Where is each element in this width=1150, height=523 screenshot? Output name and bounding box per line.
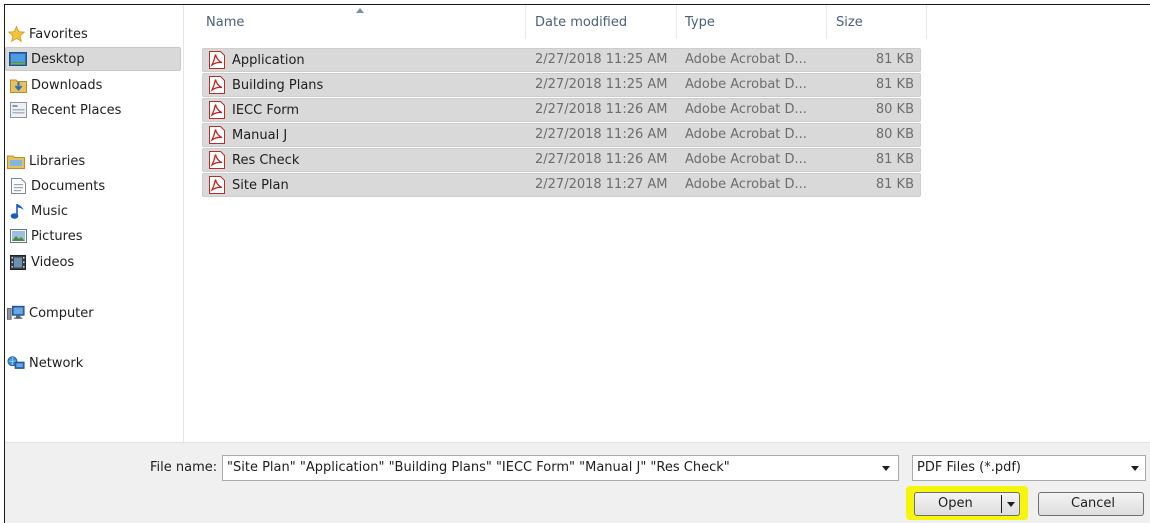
downloads-folder-icon xyxy=(9,77,27,93)
column-header-size-label: Size xyxy=(836,14,863,30)
desktop-icon xyxy=(9,51,27,67)
column-header-date-modified[interactable]: Date modified xyxy=(535,5,675,39)
file-row[interactable]: Res Check 2/27/2018 11:26 AM Adobe Acrob… xyxy=(202,148,921,172)
column-header-size[interactable]: Size xyxy=(836,5,926,39)
file-size: 80 KB xyxy=(875,127,914,142)
column-separator[interactable] xyxy=(926,5,927,39)
pdf-file-icon xyxy=(209,76,225,94)
nav-desktop-label: Desktop xyxy=(31,51,85,67)
split-button-divider xyxy=(1001,495,1002,513)
pdf-file-icon xyxy=(209,101,225,119)
pdf-file-icon xyxy=(209,151,225,169)
nav-computer[interactable]: Computer xyxy=(7,301,94,325)
star-icon xyxy=(7,26,25,42)
sort-ascending-icon xyxy=(356,8,364,13)
nav-videos[interactable]: Videos xyxy=(9,250,74,274)
pdf-file-icon xyxy=(209,51,225,69)
file-size: 80 KB xyxy=(875,102,914,117)
column-header-type-label: Type xyxy=(685,14,715,30)
computer-icon xyxy=(7,305,25,321)
nav-documents-label: Documents xyxy=(31,178,106,194)
file-row[interactable]: Building Plans 2/27/2018 11:25 AM Adobe … xyxy=(202,73,921,97)
file-size: 81 KB xyxy=(875,77,914,92)
column-separator[interactable] xyxy=(525,5,526,39)
pane-splitter[interactable] xyxy=(183,5,184,443)
file-date: 2/27/2018 11:26 AM xyxy=(535,102,668,117)
file-date: 2/27/2018 11:26 AM xyxy=(535,152,668,167)
nav-favorites-label: Favorites xyxy=(29,26,88,42)
cancel-button-label: Cancel xyxy=(1071,496,1116,511)
file-date: 2/27/2018 11:25 AM xyxy=(535,77,668,92)
pdf-file-icon xyxy=(209,126,225,144)
column-header-name[interactable]: Name xyxy=(206,5,524,39)
nav-network[interactable]: Network xyxy=(7,351,83,375)
nav-music[interactable]: Music xyxy=(9,199,68,223)
nav-desktop[interactable]: Desktop xyxy=(5,47,181,71)
file-name: Res Check xyxy=(232,152,300,168)
nav-recent-places-label: Recent Places xyxy=(31,102,122,118)
file-type: Adobe Acrobat D... xyxy=(685,52,807,67)
nav-pictures[interactable]: Pictures xyxy=(9,224,82,248)
cancel-button[interactable]: Cancel xyxy=(1038,492,1144,516)
file-size: 81 KB xyxy=(875,152,914,167)
videos-icon xyxy=(9,254,27,270)
chevron-down-icon xyxy=(1131,466,1139,471)
network-icon xyxy=(7,355,25,371)
file-type: Adobe Acrobat D... xyxy=(685,177,807,192)
file-name: Building Plans xyxy=(232,77,324,93)
documents-icon xyxy=(9,178,27,194)
file-name-label: File name: xyxy=(150,460,218,475)
file-row[interactable]: Application 2/27/2018 11:25 AM Adobe Acr… xyxy=(202,48,921,72)
nav-libraries-label: Libraries xyxy=(29,153,86,169)
music-icon xyxy=(9,203,27,219)
column-separator[interactable] xyxy=(826,5,827,39)
file-row[interactable]: IECC Form 2/27/2018 11:26 AM Adobe Acrob… xyxy=(202,98,921,122)
file-type: Adobe Acrobat D... xyxy=(685,152,807,167)
recent-places-icon xyxy=(9,102,27,118)
file-name-value: "Site Plan" "Application" "Building Plan… xyxy=(227,460,730,475)
file-name: Manual J xyxy=(232,127,288,143)
pictures-icon xyxy=(9,228,27,244)
nav-downloads[interactable]: Downloads xyxy=(9,73,102,97)
column-header-type[interactable]: Type xyxy=(685,5,825,39)
nav-computer-label: Computer xyxy=(29,305,94,321)
file-type: Adobe Acrobat D... xyxy=(685,102,807,117)
file-name-combobox[interactable]: "Site Plan" "Application" "Building Plan… xyxy=(222,455,899,481)
nav-recent-places[interactable]: Recent Places xyxy=(9,98,121,122)
open-button[interactable]: Open xyxy=(914,492,1020,516)
nav-downloads-label: Downloads xyxy=(31,77,103,93)
file-row[interactable]: Manual J 2/27/2018 11:26 AM Adobe Acroba… xyxy=(202,123,921,147)
libraries-icon xyxy=(7,153,25,169)
nav-network-label: Network xyxy=(29,355,84,371)
open-button-label: Open xyxy=(938,496,973,511)
nav-libraries[interactable]: Libraries xyxy=(7,149,85,173)
nav-favorites[interactable]: Favorites xyxy=(7,22,88,46)
file-name: Site Plan xyxy=(232,177,289,193)
chevron-down-icon[interactable] xyxy=(882,466,890,471)
file-row[interactable]: Site Plan 2/27/2018 11:27 AM Adobe Acrob… xyxy=(202,173,921,197)
open-options-chevron-down-icon[interactable] xyxy=(1007,502,1015,507)
file-size: 81 KB xyxy=(875,52,914,67)
file-type-filter-dropdown[interactable]: PDF Files (*.pdf) xyxy=(912,455,1146,481)
navigation-pane: Favorites Desktop Downloads Recent Place… xyxy=(5,5,183,442)
nav-documents[interactable]: Documents xyxy=(9,174,105,198)
nav-videos-label: Videos xyxy=(31,254,75,270)
file-date: 2/27/2018 11:26 AM xyxy=(535,127,668,142)
column-separator[interactable] xyxy=(676,5,677,39)
nav-pictures-label: Pictures xyxy=(31,228,83,244)
column-header-date-label: Date modified xyxy=(535,14,628,30)
file-name: IECC Form xyxy=(232,102,300,118)
file-date: 2/27/2018 11:25 AM xyxy=(535,52,668,67)
file-date: 2/27/2018 11:27 AM xyxy=(535,177,668,192)
file-name: Application xyxy=(232,52,305,68)
nav-music-label: Music xyxy=(31,203,68,219)
file-size: 81 KB xyxy=(875,177,914,192)
file-type: Adobe Acrobat D... xyxy=(685,127,807,142)
column-header-name-label: Name xyxy=(206,14,245,30)
file-type-filter-value: PDF Files (*.pdf) xyxy=(917,460,1021,475)
file-type: Adobe Acrobat D... xyxy=(685,77,807,92)
pdf-file-icon xyxy=(209,176,225,194)
